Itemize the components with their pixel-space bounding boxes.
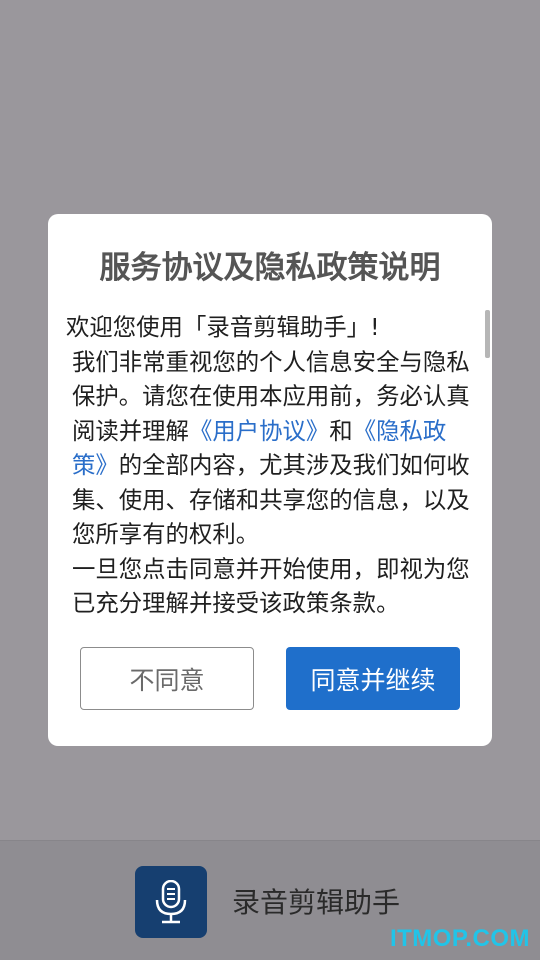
dialog-scrollbar[interactable] — [485, 310, 490, 358]
and-text: 和 — [329, 416, 353, 445]
privacy-dialog: 服务协议及隐私政策说明 欢迎您使用「录音剪辑助手」! 我们非常重视您的个人信息安… — [48, 214, 492, 746]
app-icon — [135, 866, 207, 938]
dialog-title: 服务协议及隐私政策说明 — [99, 250, 441, 286]
agree-continue-button[interactable]: 同意并继续 — [286, 647, 460, 710]
app-name: 录音剪辑助手 — [232, 886, 401, 919]
disagree-button[interactable]: 不同意 — [80, 647, 254, 710]
consent-paragraph: 一旦您点击同意并开始使用，即视为您已充分理解并接受该政策条款。 — [72, 554, 470, 618]
dialog-body[interactable]: 欢迎您使用「录音剪辑助手」! 我们非常重视您的个人信息安全与隐私保护。请您在使用… — [66, 310, 474, 621]
microphone-icon — [155, 880, 187, 924]
paragraph-text-2: 的全部内容，尤其涉及我们如何收集、使用、存储和共享您的信息，以及您所享有的权利。 — [72, 451, 470, 548]
user-agreement-link[interactable]: 《用户协议》 — [189, 417, 329, 445]
background-app-bar: 录音剪辑助手 ITMOP.COM — [0, 840, 540, 960]
watermark-logo: ITMOP.COM — [389, 925, 530, 952]
greeting-text: 欢迎您使用「录音剪辑助手」! — [66, 313, 380, 341]
policy-paragraph: 我们非常重视您的个人信息安全与隐私保护。请您在使用本应用前，务必认真阅读并理解《… — [66, 345, 474, 552]
